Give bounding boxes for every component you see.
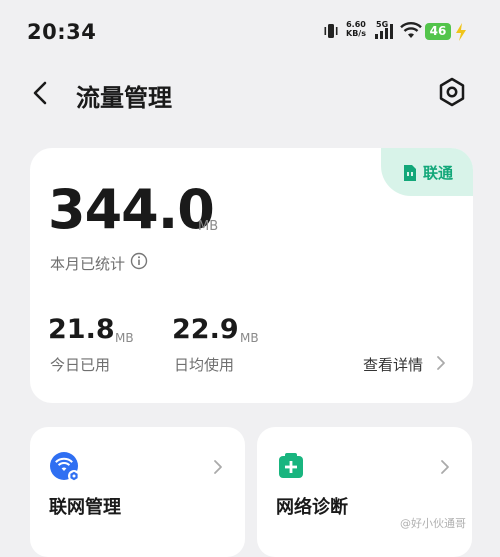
battery-indicator: 46 xyxy=(425,23,451,40)
carrier-name: 联通 xyxy=(423,164,454,182)
cellular-signal-icon: 5G xyxy=(374,20,396,44)
charging-icon xyxy=(454,22,468,46)
chevron-right-icon xyxy=(436,355,446,375)
network-management-icon xyxy=(49,451,81,487)
back-button[interactable] xyxy=(30,80,52,110)
today-usage-unit: MB xyxy=(115,331,134,345)
daily-average-unit: MB xyxy=(240,331,259,345)
network-diagnosis-label: 网络诊断 xyxy=(276,497,348,518)
monthly-usage-unit: MB xyxy=(198,219,219,234)
monthly-usage-label: 本月已统计 xyxy=(50,255,126,273)
today-usage-value: 21.8 xyxy=(48,314,115,345)
daily-average-value: 22.9 xyxy=(172,314,239,345)
page-header: 流量管理 xyxy=(0,70,500,118)
wifi-icon xyxy=(400,22,422,44)
network-speed: 6.60 KB/s xyxy=(346,20,366,38)
watermark: @好小伙通哥 xyxy=(400,517,466,530)
network-diagnosis-icon xyxy=(276,451,306,485)
network-management-label: 联网管理 xyxy=(49,497,121,518)
settings-gear-icon[interactable] xyxy=(437,76,467,112)
network-diagnosis-tile[interactable]: 网络诊断 xyxy=(257,427,472,557)
network-speed-unit: KB/s xyxy=(346,29,366,38)
signal-type-label: 5G xyxy=(376,20,389,29)
carrier-badge[interactable]: 联通 xyxy=(381,148,473,196)
info-icon[interactable] xyxy=(130,252,148,274)
status-bar: 20:34 6.60 KB/s 5G 46 xyxy=(0,0,500,64)
network-speed-value: 6.60 xyxy=(346,20,366,29)
page-title: 流量管理 xyxy=(76,84,172,112)
network-management-tile[interactable]: 联网管理 xyxy=(30,427,245,557)
today-usage-label: 今日已用 xyxy=(50,356,111,374)
sim-card-icon xyxy=(402,164,418,186)
chevron-right-icon xyxy=(440,459,450,479)
vibrate-icon xyxy=(322,22,340,44)
data-usage-card[interactable]: 联通 344.0 MB 本月已统计 21.8 MB 今日已用 22.9 MB 日… xyxy=(30,148,473,403)
status-time: 20:34 xyxy=(27,20,97,44)
monthly-usage-value: 344.0 xyxy=(48,178,215,241)
chevron-right-icon xyxy=(213,459,223,479)
daily-average-label: 日均使用 xyxy=(174,356,235,374)
view-details-link[interactable]: 查看详情 xyxy=(363,354,423,375)
